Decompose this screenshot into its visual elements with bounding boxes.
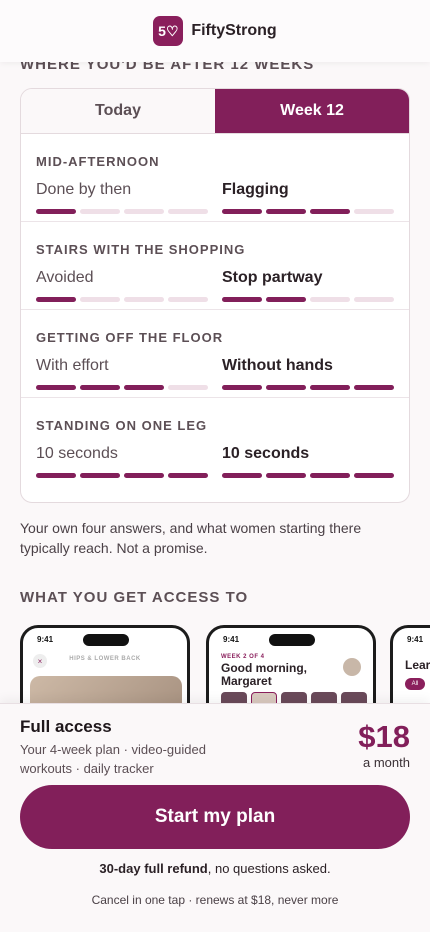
- phone-preview-home: 9:41 WEEK 2 OF 4 Good morning, Margaret: [206, 625, 376, 705]
- metric-week-value: Stop partway: [222, 269, 323, 286]
- metric-title: STAIRS WITH THE SHOPPING: [36, 242, 246, 257]
- week-progress-bar: [222, 473, 394, 478]
- top-bar: 5♡ FiftyStrong: [0, 0, 430, 62]
- progress-segment: [354, 473, 394, 478]
- plan-title: Full access: [20, 717, 112, 736]
- tab-today[interactable]: Today: [21, 89, 215, 133]
- metric-title: MID-AFTERNOON: [36, 154, 160, 169]
- progress-segment: [222, 209, 262, 214]
- metric-week-value: Flagging: [222, 181, 289, 198]
- progress-segment: [124, 209, 164, 214]
- section-heading-access: WHAT YOU GET ACCESS TO: [20, 589, 249, 606]
- refund-note: 30-day full refund, no questions asked.: [0, 861, 430, 876]
- workout-video-thumbnail: [30, 676, 182, 705]
- metric-week-value: 10 seconds: [222, 445, 310, 462]
- progress-segment: [222, 473, 262, 478]
- progress-segment: [310, 209, 350, 214]
- progress-segment: [80, 473, 120, 478]
- progress-segment: [36, 209, 76, 214]
- phone-filter-chip: All: [405, 678, 425, 690]
- progress-segment: [124, 297, 164, 302]
- today-progress-bar: [36, 473, 222, 478]
- metric-today-value: 10 seconds: [36, 445, 118, 462]
- progress-segment: [222, 297, 262, 302]
- progress-segment: [266, 209, 306, 214]
- purchase-sheet: Full access Your 4-week plan · video-gui…: [0, 703, 430, 932]
- progress-segment: [310, 385, 350, 390]
- refund-note-bold: 30-day full refund: [99, 861, 208, 876]
- brand-name: FiftyStrong: [191, 22, 277, 39]
- tab-bar: Today Week 12: [21, 89, 409, 134]
- today-progress-bar: [36, 385, 222, 390]
- close-icon: ×: [33, 654, 47, 668]
- progress-segment: [80, 385, 120, 390]
- progress-segment: [266, 297, 306, 302]
- week-progress-bar: [222, 209, 394, 214]
- phone-notch: [83, 634, 129, 646]
- phone-preview-workout: 9:41 × HIPS & LOWER BACK: [20, 625, 190, 705]
- start-plan-button[interactable]: Start my plan: [20, 785, 410, 849]
- progress-segment: [168, 473, 208, 478]
- logo-icon: 5♡: [153, 16, 184, 46]
- phone-time: 9:41: [407, 635, 424, 644]
- metric-row: MID-AFTERNOON Done by then Flagging: [21, 134, 409, 222]
- progress-segment: [124, 473, 164, 478]
- today-progress-bar: [36, 297, 222, 302]
- progress-segment: [222, 385, 262, 390]
- cancel-note: Cancel in one tap · renews at $18, never…: [91, 893, 339, 907]
- phone-preview-learn: 9:41 Lear All: [390, 625, 430, 705]
- progress-segment: [124, 385, 164, 390]
- refund-note-rest: , no questions asked.: [207, 861, 331, 876]
- today-progress-bar: [36, 209, 222, 214]
- avatar: [343, 658, 361, 676]
- metric-today-value: Done by then: [36, 181, 132, 198]
- progress-segment: [168, 297, 208, 302]
- metric-row: GETTING OFF THE FLOOR With effort Without …: [21, 310, 409, 398]
- metric-today-value: With effort: [36, 357, 109, 374]
- tab-week-12[interactable]: Week 12: [215, 89, 409, 133]
- progress-segment: [80, 209, 120, 214]
- disclaimer-text: Your own four answers, and what women st…: [20, 520, 362, 556]
- phone-greeting: Good morning, Margaret: [221, 661, 307, 688]
- progress-segment: [354, 209, 394, 214]
- phone-notch: [269, 634, 315, 646]
- week-progress-bar: [222, 297, 394, 302]
- metrics-list: MID-AFTERNOON Done by then Flagging STAIRS …: [21, 134, 409, 486]
- app-preview-carousel[interactable]: 9:41 × HIPS & LOWER BACK 9:41 WEEK 2 OF …: [20, 625, 430, 705]
- progress-segment: [354, 385, 394, 390]
- phone-learn-heading: Lear: [405, 658, 430, 672]
- progress-segment: [168, 209, 208, 214]
- metric-today-value: Avoided: [36, 269, 94, 286]
- progress-segment: [310, 297, 350, 302]
- progress-segment: [36, 385, 76, 390]
- phone-workout-title: HIPS & LOWER BACK: [69, 656, 141, 662]
- metric-row: STAIRS WITH THE SHOPPING Avoided Stop part…: [21, 222, 409, 310]
- progress-segment: [80, 297, 120, 302]
- progress-segment: [310, 473, 350, 478]
- progress-segment: [354, 297, 394, 302]
- progress-segment: [36, 297, 76, 302]
- metric-title: STANDING ON ONE LEG: [36, 418, 208, 433]
- metric-week-value: Without hands: [222, 357, 333, 374]
- comparison-card: Today Week 12 MID-AFTERNOON Done by then F…: [20, 88, 410, 503]
- metric-title: GETTING OFF THE FLOOR: [36, 330, 224, 345]
- progress-segment: [168, 385, 208, 390]
- progress-segment: [36, 473, 76, 478]
- week-progress-bar: [222, 385, 394, 390]
- plan-price: $18: [358, 719, 410, 754]
- progress-segment: [266, 473, 306, 478]
- metric-row: STANDING ON ONE LEG 10 seconds 10 seconds: [21, 398, 409, 486]
- plan-description: Your 4-week plan · video-guided workouts…: [20, 742, 206, 776]
- progress-segment: [266, 385, 306, 390]
- plan-price-period: a month: [363, 755, 410, 770]
